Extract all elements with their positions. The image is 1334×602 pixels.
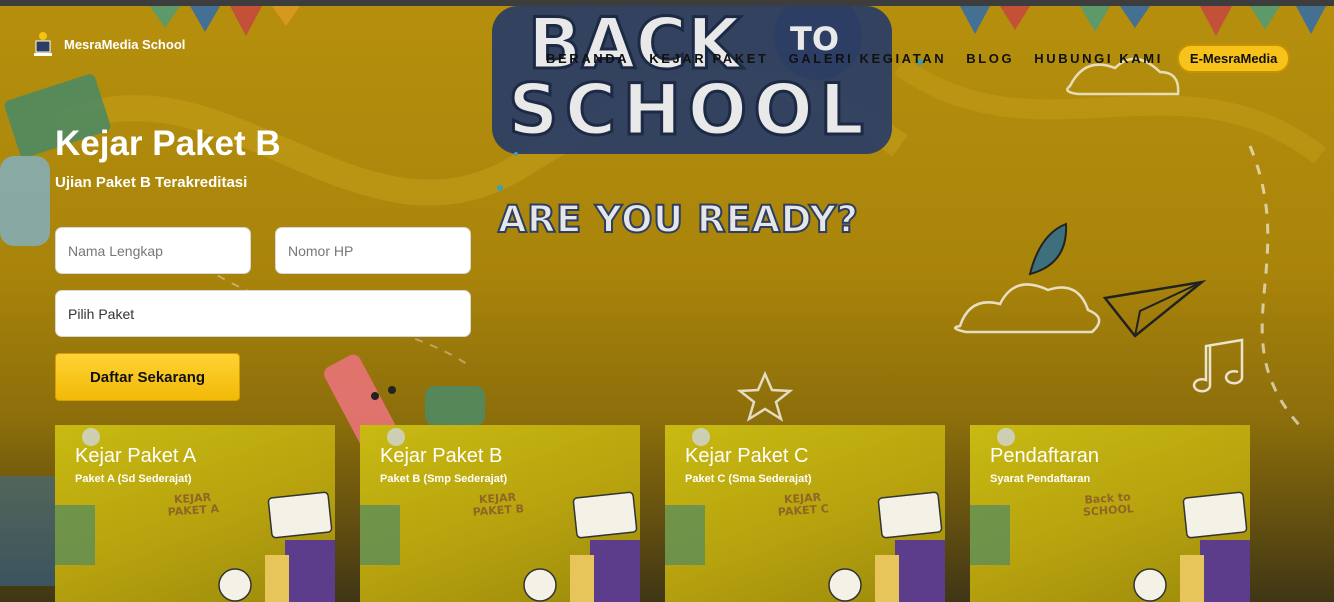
site-brand[interactable]: MesraMedia School bbox=[32, 30, 185, 58]
card-title: Kejar Paket B bbox=[380, 445, 503, 467]
card-stamp-text: KEJAR PAKET A bbox=[167, 490, 220, 519]
nav-beranda[interactable]: BERANDA bbox=[546, 51, 629, 66]
package-select[interactable]: Pilih Paket bbox=[55, 290, 471, 337]
card-paket-b[interactable]: Kejar Paket B Paket B (Smp Sederajat) KE… bbox=[360, 425, 640, 602]
nav-hubungi-kami[interactable]: HUBUNGI KAMI bbox=[1034, 51, 1163, 66]
card-title: Pendaftaran bbox=[990, 445, 1099, 467]
nav-kejar-paket[interactable]: KEJAR PAKET bbox=[649, 51, 768, 66]
card-stamp-text: Back to SCHOOL bbox=[1082, 490, 1135, 519]
nav-galeri-kegiatan[interactable]: GALERI KEGIATAN bbox=[789, 51, 947, 66]
e-mesramedia-button[interactable]: E-MesraMedia bbox=[1176, 44, 1291, 73]
card-subtitle: Paket B (Smp Sederajat) bbox=[380, 473, 508, 485]
card-title: Kejar Paket A bbox=[75, 445, 197, 467]
card-paket-c[interactable]: Kejar Paket C Paket C (Sma Sederajat) KE… bbox=[665, 425, 945, 602]
name-field[interactable] bbox=[55, 227, 251, 274]
card-stamp-text: KEJAR PAKET C bbox=[777, 490, 830, 519]
hero-section: BACK TO SCHOOL ARE YOU READY? MesraMedia… bbox=[0, 6, 1334, 602]
card-subtitle: Paket C (Sma Sederajat) bbox=[685, 473, 812, 485]
phone-field[interactable] bbox=[275, 227, 471, 274]
register-button[interactable]: Daftar Sekarang bbox=[55, 353, 240, 401]
card-subtitle: Syarat Pendaftaran bbox=[990, 473, 1091, 485]
card-stamp-text: KEJAR PAKET B bbox=[472, 490, 525, 519]
card-title: Kejar Paket C bbox=[685, 445, 809, 467]
page-title: Kejar Paket B bbox=[55, 124, 281, 163]
page-subtitle: Ujian Paket B Terakreditasi bbox=[55, 174, 248, 191]
card-paket-a[interactable]: Kejar Paket A Paket A (Sd Sederajat) KEJ… bbox=[55, 425, 335, 602]
banner-ready-text: ARE YOU READY? bbox=[498, 198, 858, 241]
nav-blog[interactable]: BLOG bbox=[966, 51, 1014, 66]
card-subtitle: Paket A (Sd Sederajat) bbox=[75, 473, 192, 485]
brand-name: MesraMedia School bbox=[64, 36, 186, 52]
main-navigation: BERANDA KEJAR PAKET GALERI KEGIATAN BLOG… bbox=[546, 44, 1291, 73]
card-pendaftaran[interactable]: Pendaftaran Syarat Pendaftaran Back to S… bbox=[970, 425, 1250, 602]
school-logo-icon bbox=[34, 32, 52, 56]
